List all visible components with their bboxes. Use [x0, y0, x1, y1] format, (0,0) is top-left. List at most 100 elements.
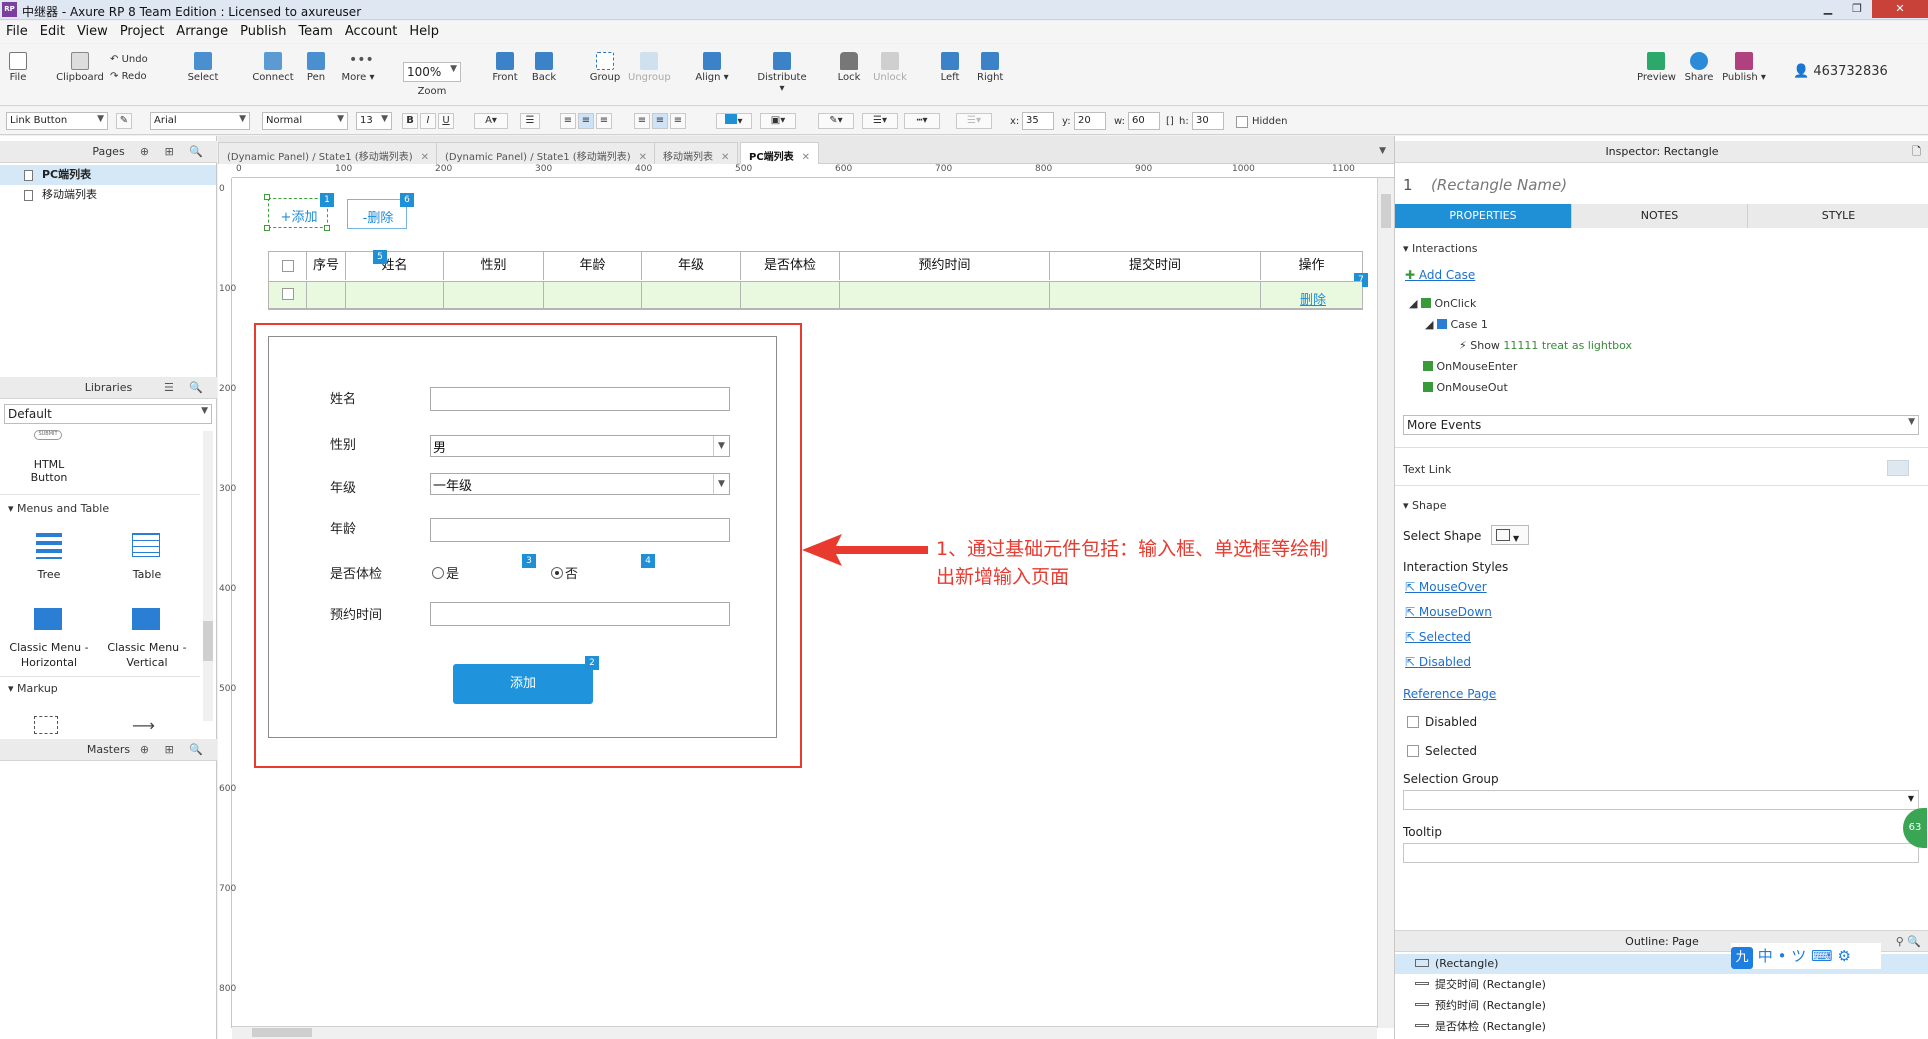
front-button[interactable]: Front	[490, 44, 520, 83]
hidden-checkbox[interactable]	[1236, 116, 1248, 128]
close-icon[interactable]: ✕	[721, 152, 729, 163]
zoom-select[interactable]: 100% ▼	[403, 62, 461, 82]
interactions-section[interactable]: ▾ Interactions	[1403, 242, 1477, 255]
shape-picker[interactable]: ▼	[1491, 525, 1529, 545]
page-item-mobile-list[interactable]: 移动端列表	[0, 185, 216, 205]
row-checkbox[interactable]	[282, 288, 294, 300]
onmouseout-event[interactable]: OnMouseOut	[1423, 381, 1508, 394]
selected-checkbox[interactable]	[1407, 745, 1419, 757]
selected-style-link[interactable]: ⇱ Selected	[1405, 630, 1471, 644]
align-right-icon[interactable]: ≡	[596, 113, 612, 129]
menu-help[interactable]: Help	[403, 21, 445, 42]
reference-page-link[interactable]: Reference Page	[1403, 687, 1496, 701]
tabs-dropdown-icon[interactable]: ▼	[1379, 146, 1386, 156]
ungroup-button[interactable]: Ungroup	[628, 44, 671, 83]
line-width-icon[interactable]: ☰▾	[862, 113, 898, 129]
font-color-icon[interactable]: A▾	[474, 113, 508, 129]
gender-select[interactable]: 男 ▼	[430, 435, 730, 457]
right-button[interactable]: Right	[977, 44, 1003, 83]
back-button[interactable]: Back	[529, 44, 559, 83]
name-field[interactable]	[430, 387, 730, 411]
close-icon[interactable]: ✕	[1872, 0, 1928, 18]
form-submit-button[interactable]: 添加	[453, 664, 593, 704]
tab-notes[interactable]: NOTES	[1571, 204, 1747, 228]
menus-table-group[interactable]: ▾ Menus and Table	[8, 502, 109, 515]
more-events-select[interactable]: More Events ▼	[1403, 415, 1919, 435]
text-link-toggle[interactable]	[1887, 460, 1909, 476]
restore-icon[interactable]: ❐	[1843, 0, 1871, 18]
mouseover-style-link[interactable]: ⇱ MouseOver	[1405, 580, 1487, 594]
delete-link-button[interactable]: -删除	[347, 199, 407, 229]
lock-button[interactable]: Lock	[834, 44, 864, 83]
arrow-style-icon[interactable]: ☰▾	[956, 113, 992, 129]
valign-bottom-icon[interactable]: ≡	[670, 113, 686, 129]
font-weight-select[interactable]: Normal ▼	[262, 112, 348, 130]
widget-style-select[interactable]: Link Button ▼	[6, 112, 108, 130]
align-button[interactable]: Align ▾	[694, 44, 730, 83]
tab-properties[interactable]: PROPERTIES	[1395, 204, 1571, 228]
tab-mobile-list[interactable]: 移动端列表 ✕	[654, 142, 739, 164]
select-all-checkbox[interactable]	[281, 259, 294, 272]
onclick-event[interactable]: ◢ OnClick	[1409, 297, 1476, 310]
more-button[interactable]: ••• More ▾	[340, 44, 376, 83]
bullet-list-icon[interactable]: ☰	[520, 113, 540, 129]
tree-widget-icon[interactable]	[36, 533, 62, 559]
redo-button[interactable]: ↷ Redo	[110, 71, 154, 82]
menu-file[interactable]: File	[0, 21, 34, 42]
close-icon[interactable]: ✕	[639, 152, 647, 163]
distribute-button[interactable]: Distribute ▾	[754, 44, 810, 94]
page-icon[interactable]: 🗋	[1912, 141, 1921, 163]
x-input[interactable]: 35	[1022, 112, 1054, 130]
checkup-yes-radio[interactable]: 是	[432, 563, 459, 582]
library-select[interactable]: Default ▼	[4, 404, 212, 424]
menu-team[interactable]: Team	[292, 21, 338, 42]
scroll-thumb[interactable]	[1381, 194, 1391, 228]
undo-button[interactable]: ↶ Undo	[110, 54, 154, 65]
tab-style[interactable]: STYLE	[1747, 204, 1928, 228]
mousedown-style-link[interactable]: ⇱ MouseDown	[1405, 605, 1492, 619]
classic-menu-horizontal-icon[interactable]	[34, 608, 62, 630]
share-button[interactable]: Share	[1684, 44, 1714, 83]
user-account[interactable]: 👤 463732836	[1793, 64, 1913, 79]
unlock-button[interactable]: Unlock	[872, 44, 908, 83]
disabled-style-link[interactable]: ⇱ Disabled	[1405, 655, 1471, 669]
outline-item[interactable]: 预约时间 (Rectangle)	[1395, 996, 1928, 1016]
valign-middle-icon[interactable]: ≡	[652, 113, 668, 129]
canvas-vertical-scrollbar[interactable]	[1377, 178, 1394, 1028]
file-button[interactable]: File	[6, 44, 30, 83]
line-style-icon[interactable]: ┅▾	[904, 113, 940, 129]
shadow-icon[interactable]: ▣▾	[760, 113, 796, 129]
masters-tools-icon[interactable]: ⊕ ⊞ 🔍	[140, 739, 209, 761]
outline-item[interactable]: 提交时间 (Rectangle)	[1395, 975, 1928, 995]
preview-button[interactable]: Preview	[1637, 44, 1676, 83]
group-button[interactable]: Group	[589, 44, 621, 83]
clipboard-button[interactable]: Clipboard	[56, 44, 104, 83]
menu-edit[interactable]: Edit	[34, 21, 71, 42]
tooltip-input[interactable]	[1403, 843, 1919, 863]
aspect-lock-icon[interactable]: []	[1166, 116, 1174, 127]
snapshot-widget-icon[interactable]	[34, 716, 58, 734]
show-action[interactable]: ⚡ Show 11111 treat as lightbox	[1459, 339, 1632, 352]
resize-handle[interactable]	[324, 225, 330, 231]
minimize-icon[interactable]: ▁	[1814, 0, 1842, 18]
close-icon[interactable]: ✕	[421, 152, 429, 163]
line-color-icon[interactable]: ✎▾	[818, 113, 854, 129]
y-input[interactable]: 20	[1074, 112, 1106, 130]
shape-section[interactable]: ▾ Shape	[1403, 499, 1446, 512]
pages-tools-icon[interactable]: ⊕ ⊞ 🔍	[140, 141, 209, 163]
widget-name-input[interactable]: (Rectangle Name)	[1431, 176, 1567, 194]
classic-menu-vertical-icon[interactable]	[132, 608, 160, 630]
library-scrollbar[interactable]	[203, 431, 213, 721]
underline-icon[interactable]: U	[438, 113, 454, 129]
menu-view[interactable]: View	[71, 21, 114, 42]
menu-publish[interactable]: Publish	[234, 21, 292, 42]
tab-pc-list[interactable]: PC端列表 ✕	[740, 142, 820, 164]
menu-account[interactable]: Account	[339, 21, 404, 42]
font-select[interactable]: Arial ▼	[150, 112, 250, 130]
style-editor-icon[interactable]: ✎	[116, 113, 132, 129]
scroll-thumb[interactable]	[252, 1028, 312, 1037]
age-field[interactable]	[430, 518, 730, 542]
align-center-icon[interactable]: ≡	[578, 113, 594, 129]
italic-icon[interactable]: I	[420, 113, 436, 129]
close-icon[interactable]: ✕	[802, 152, 810, 163]
